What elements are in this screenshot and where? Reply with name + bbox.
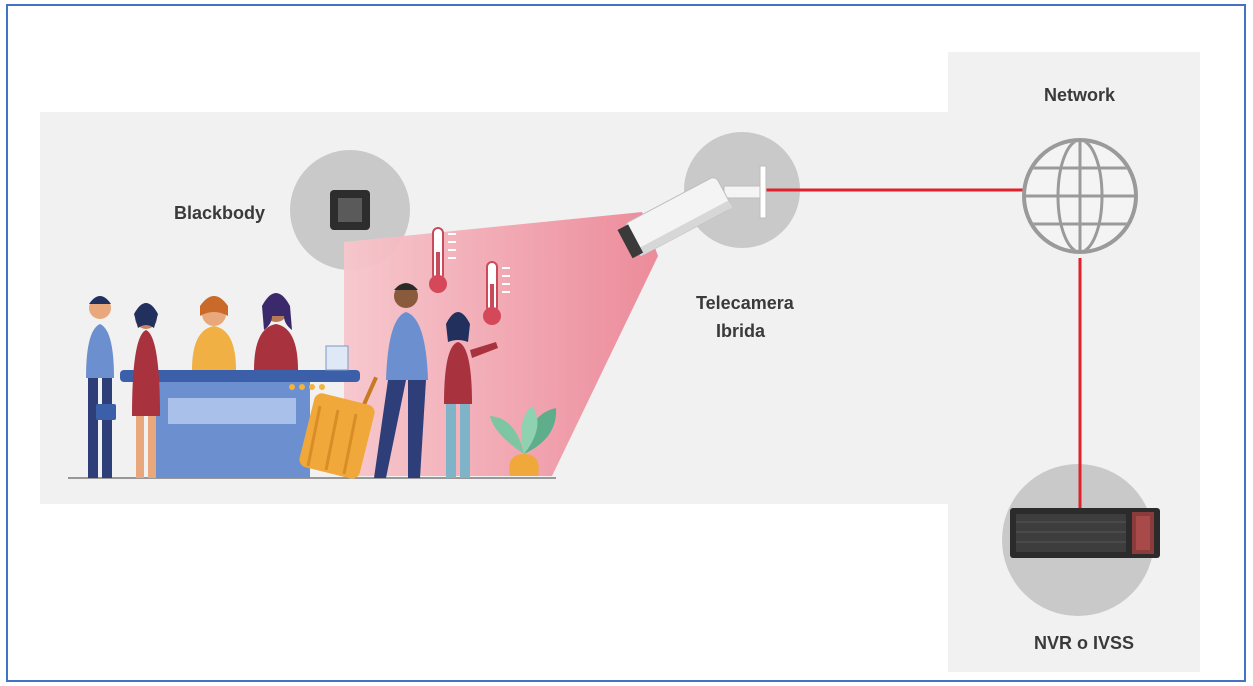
person-guest: [132, 303, 160, 478]
camera-label-line2: Ibrida: [716, 321, 766, 341]
server-icon: [1010, 508, 1160, 558]
recorder-label: NVR o IVSS: [1034, 633, 1135, 653]
diagram-frame: Blackbody Telecamera Ibrida Network NVR …: [6, 4, 1246, 682]
network-label: Network: [1044, 85, 1116, 105]
person-guest: [86, 296, 116, 478]
person-receptionist: [254, 293, 298, 370]
camera-label-line1: Telecamera: [696, 293, 794, 313]
person-receptionist: [192, 296, 236, 370]
blackbody-icon: [330, 190, 370, 230]
globe-icon: [1022, 138, 1138, 254]
blackbody-label: Blackbody: [174, 203, 266, 223]
